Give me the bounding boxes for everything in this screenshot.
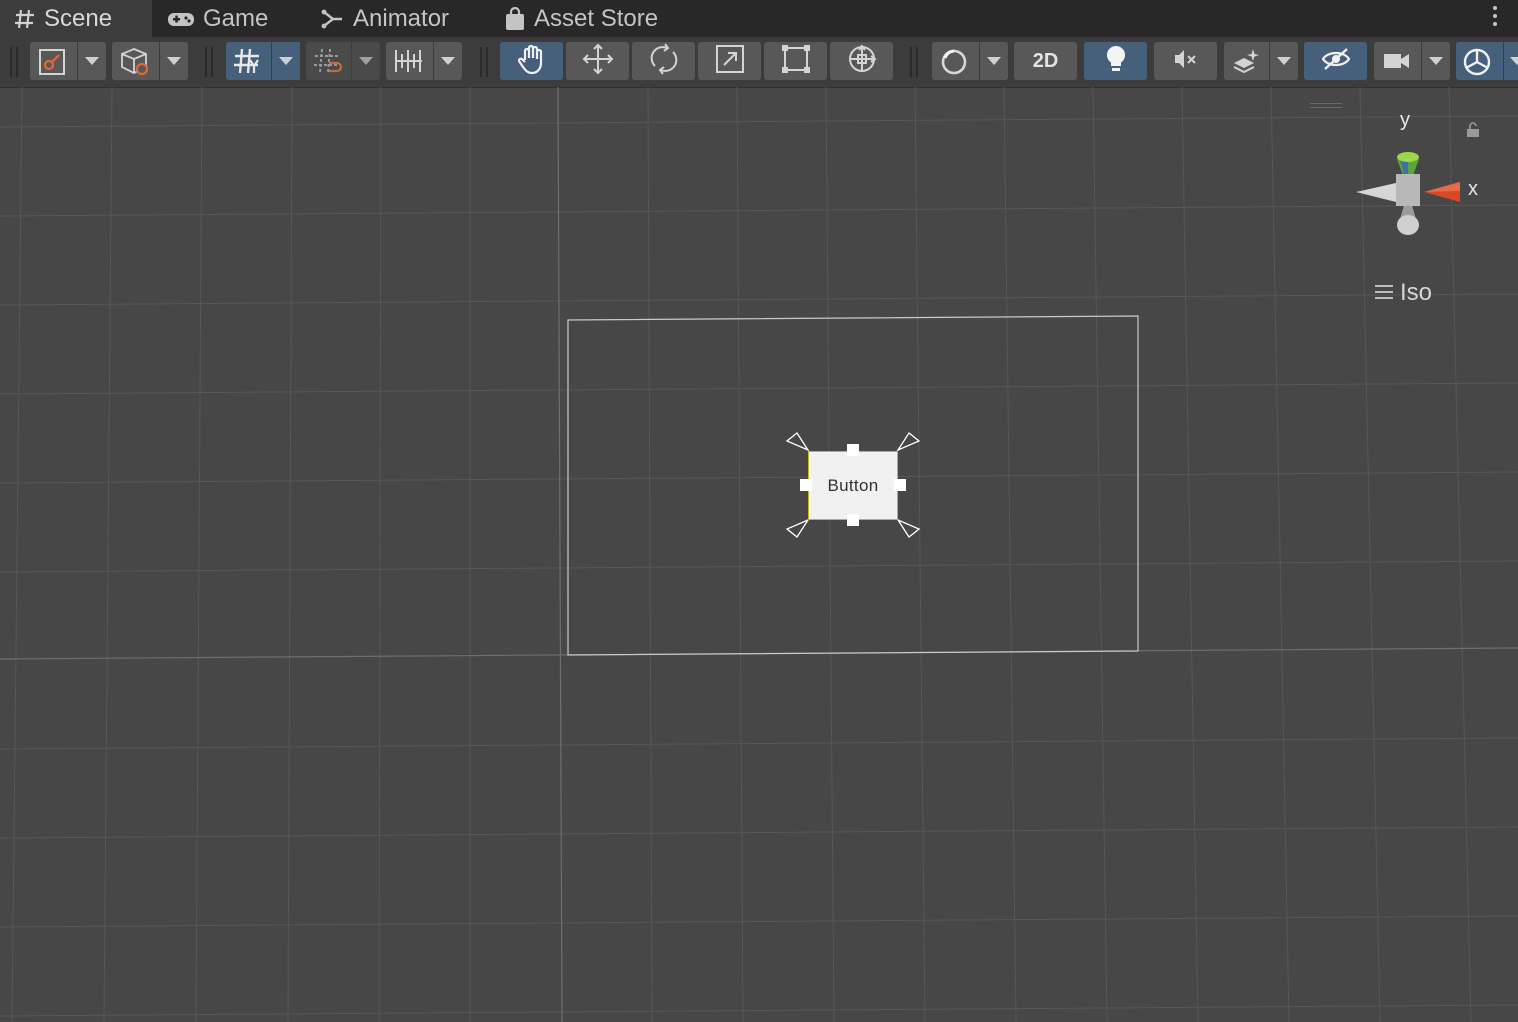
move-tool-button[interactable] (566, 42, 629, 80)
rect-transform-icon (780, 43, 812, 80)
rotate-icon (647, 42, 681, 81)
2d-mode-toggle[interactable]: 2D (1014, 42, 1077, 80)
chevron-down-icon (433, 42, 462, 80)
rotate-tool-button[interactable] (632, 42, 695, 80)
transform-all-icon (845, 42, 879, 81)
shopping-bag-icon (504, 6, 526, 31)
move-arrows-icon (581, 42, 615, 81)
draw-mode-icon (38, 48, 66, 81)
selected-ui-button[interactable]: Button (808, 451, 898, 520)
x-axis-label: x (1468, 178, 1478, 200)
grid-icon (233, 47, 263, 80)
lighting-toggle[interactable] (1084, 42, 1147, 80)
chevron-down-icon (77, 42, 106, 80)
hand-icon (516, 43, 548, 80)
scene-grid (0, 87, 1518, 1022)
grid-snapping-toggle[interactable] (306, 42, 380, 80)
shading-mode-dropdown[interactable] (932, 42, 1008, 80)
projection-label: Iso (1400, 279, 1433, 306)
editor-tab-bar: Scene Game Animator Asset Store (0, 0, 1518, 37)
resize-handle-left[interactable] (800, 479, 812, 491)
mute-icon (1172, 47, 1200, 76)
gamepad-icon (167, 10, 195, 28)
chevron-down-icon (159, 42, 188, 80)
resize-handle-top[interactable] (847, 444, 859, 456)
toolbar-grip-handle[interactable] (10, 47, 18, 77)
tab-label: Scene (44, 4, 113, 32)
toolbar-grip-handle[interactable] (910, 47, 918, 77)
tab-game[interactable]: Game (167, 0, 268, 37)
grid-visibility-toggle[interactable] (226, 42, 300, 80)
tab-scene[interactable]: Scene (0, 0, 152, 37)
transform-tool-button[interactable] (830, 42, 893, 80)
hamburger-icon (1374, 279, 1394, 307)
toolbar-grip-handle[interactable] (480, 47, 488, 77)
eye-slash-icon (1320, 46, 1352, 77)
toolbar-grip-handle[interactable] (205, 47, 213, 77)
scene-camera-dropdown[interactable] (1374, 42, 1450, 80)
button-label: Button (827, 475, 879, 495)
resize-handle-right[interactable] (894, 479, 906, 491)
chevron-down-icon (1503, 42, 1518, 80)
tab-asset-store[interactable]: Asset Store (504, 0, 658, 37)
projection-toggle[interactable]: Iso (1374, 279, 1432, 307)
chevron-down-icon (351, 42, 380, 80)
neg-x-cone[interactable] (1356, 183, 1396, 202)
orientation-gizmo[interactable]: y x (1350, 109, 1490, 249)
view-tool-button[interactable] (500, 42, 563, 80)
audio-toggle[interactable] (1154, 42, 1217, 80)
more-options-icon[interactable] (1492, 6, 1498, 30)
cube-icon (120, 47, 152, 82)
effects-layers-icon (1232, 47, 1262, 80)
grid-snap-icon (313, 47, 343, 80)
scene-visibility-dropdown[interactable] (112, 42, 188, 80)
increment-snapping-dropdown[interactable] (386, 42, 462, 80)
ruler-icon (394, 48, 424, 79)
scale-tool-button[interactable] (698, 42, 761, 80)
gizmo-center-cube[interactable] (1396, 174, 1420, 206)
scene-visibility-toggle[interactable] (1304, 42, 1367, 80)
y-axis-label: y (1400, 109, 1410, 131)
tab-label: Animator (353, 4, 450, 32)
tab-label: Game (203, 4, 269, 32)
scene-viewport[interactable]: Button y x Iso (0, 87, 1518, 1022)
chevron-down-icon (979, 42, 1008, 80)
chevron-down-icon (1421, 42, 1450, 80)
camera-icon (1382, 49, 1412, 78)
sphere-icon (940, 48, 968, 81)
scene-toolbar: 2D (0, 37, 1518, 87)
hash-icon (14, 8, 36, 30)
animator-icon (321, 8, 345, 30)
tab-label: Asset Store (534, 4, 659, 32)
lightbulb-icon (1104, 44, 1128, 79)
gizmos-dropdown[interactable] (1456, 42, 1518, 80)
gizmo-sphere-icon (1462, 47, 1492, 82)
chevron-down-icon (1269, 42, 1298, 80)
2d-label: 2D (1032, 49, 1059, 72)
tab-animator[interactable]: Animator (321, 0, 449, 37)
rect-tool-button[interactable] (764, 42, 827, 80)
draw-mode-dropdown[interactable] (30, 42, 106, 80)
overlay-grip-handle[interactable] (1310, 103, 1342, 111)
resize-handle-bottom[interactable] (847, 514, 859, 526)
chevron-down-icon (271, 42, 300, 80)
effects-dropdown[interactable] (1224, 42, 1298, 80)
scale-icon (714, 43, 746, 80)
